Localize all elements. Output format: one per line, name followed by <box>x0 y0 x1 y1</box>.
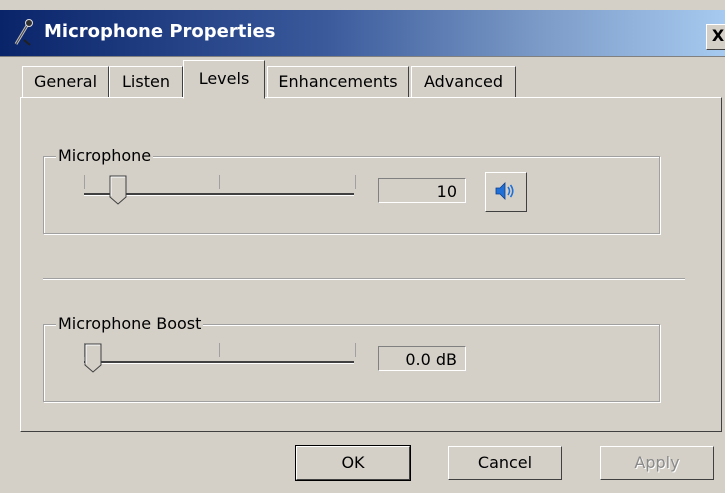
mute-toggle-button[interactable] <box>485 172 527 212</box>
close-button[interactable]: X <box>706 24 725 50</box>
title-bar[interactable]: Microphone Properties X <box>0 10 725 57</box>
slider-thumb[interactable] <box>109 175 127 205</box>
ok-button[interactable]: OK <box>295 445 411 481</box>
tab-advanced[interactable]: Advanced <box>411 66 516 97</box>
apply-button: Apply <box>600 446 714 480</box>
microphone-group: Microphone 10 <box>43 146 660 234</box>
slider-ticks <box>84 343 356 357</box>
microphone-group-label: Microphone <box>56 146 154 165</box>
tab-general[interactable]: General <box>22 66 109 97</box>
microphone-level-value: 10 <box>378 178 466 203</box>
group-separator <box>43 278 685 280</box>
tab-listen[interactable]: Listen <box>109 66 183 97</box>
microphone-properties-dialog: Microphone Properties X General Listen L… <box>0 0 725 493</box>
microphone-level-slider[interactable] <box>84 171 356 211</box>
tab-enhancements[interactable]: Enhancements <box>267 66 409 97</box>
levels-panel: Microphone 10 Microphone Boost 0.0 dB <box>20 97 722 432</box>
tab-levels[interactable]: Levels <box>183 60 265 99</box>
microphone-boost-group-label: Microphone Boost <box>56 314 204 333</box>
microphone-icon <box>10 18 38 48</box>
microphone-boost-group: Microphone Boost 0.0 dB <box>43 314 660 402</box>
microphone-boost-value: 0.0 dB <box>378 346 466 371</box>
slider-track <box>84 361 354 364</box>
slider-thumb[interactable] <box>84 343 102 373</box>
window-title: Microphone Properties <box>44 21 276 42</box>
cancel-button[interactable]: Cancel <box>448 446 562 480</box>
microphone-boost-slider[interactable] <box>84 339 356 379</box>
